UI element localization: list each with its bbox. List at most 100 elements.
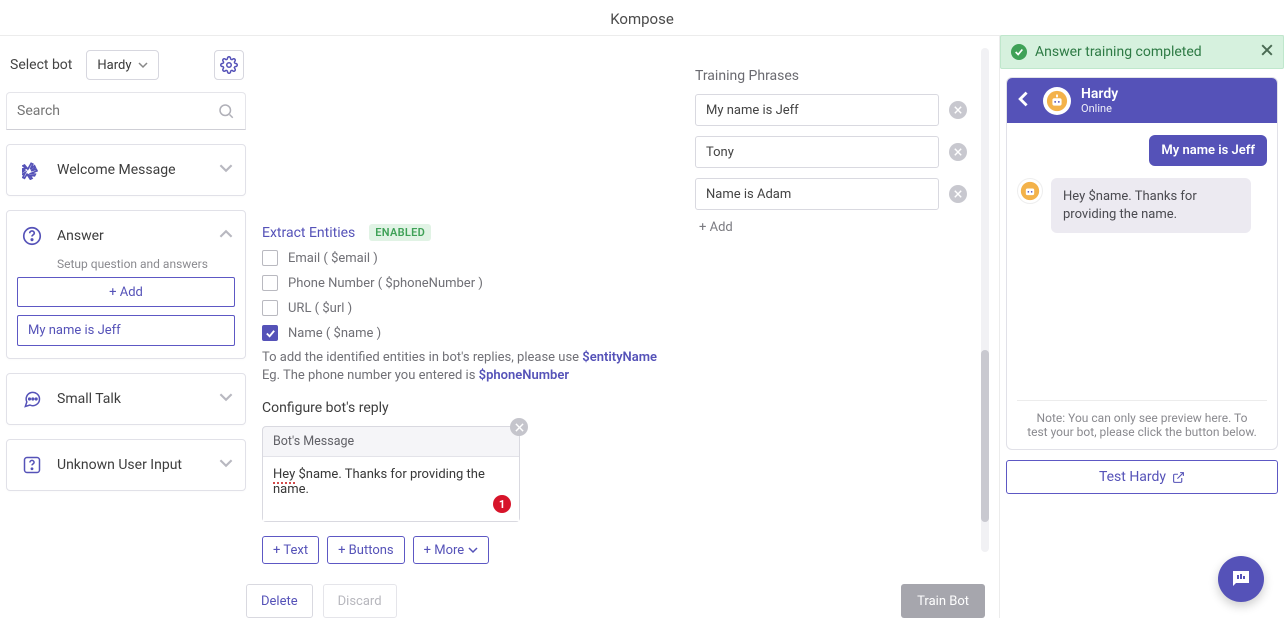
entity-row-name[interactable]: Name ( $name ) bbox=[262, 325, 681, 341]
bot-message-card: Bot's Message Hey $name. Thanks for prov… bbox=[262, 426, 520, 522]
chat-header: Hardy Online bbox=[1007, 78, 1277, 123]
chevron-up-icon bbox=[219, 227, 233, 245]
intent-title: Unknown User Input bbox=[57, 457, 182, 473]
training-phrase-row bbox=[695, 178, 967, 210]
checkbox[interactable] bbox=[262, 250, 278, 266]
test-bot-label: Test Hardy bbox=[1099, 469, 1166, 485]
bot-avatar bbox=[1043, 87, 1071, 115]
select-bot-dropdown[interactable]: Hardy bbox=[86, 50, 158, 80]
chat-body: My name is Jeff Hey $name. Thanks for pr… bbox=[1007, 123, 1277, 400]
training-phrase-row bbox=[695, 94, 967, 126]
chevron-down-icon bbox=[138, 60, 148, 70]
chevron-left-icon bbox=[1017, 91, 1033, 107]
intent-answer: Answer Setup question and answers + Add … bbox=[6, 210, 246, 359]
gear-icon bbox=[220, 56, 238, 74]
chat-icon bbox=[19, 386, 45, 412]
add-training-phrase[interactable]: + Add bbox=[695, 220, 967, 235]
bot-message-input[interactable]: Hey $name. Thanks for providing the name… bbox=[263, 457, 519, 521]
chat-fab[interactable] bbox=[1218, 556, 1264, 602]
enabled-badge: ENABLED bbox=[369, 224, 431, 241]
chat-bot-name: Hardy bbox=[1081, 86, 1118, 102]
train-bot-button[interactable]: Train Bot bbox=[901, 584, 985, 618]
close-icon bbox=[954, 106, 962, 114]
intent-small-talk[interactable]: Small Talk bbox=[6, 373, 246, 425]
chat-preview: Hardy Online My name is Jeff Hey $name. … bbox=[1006, 77, 1278, 450]
chat-note: Note: You can only see preview here. To … bbox=[1007, 401, 1277, 449]
add-text-button[interactable]: + Text bbox=[262, 536, 319, 564]
chevron-down-icon bbox=[219, 456, 233, 474]
left-sidebar: Select bot Hardy Welcome Message bbox=[0, 36, 246, 618]
intent-title: Small Talk bbox=[57, 391, 121, 407]
delete-phrase-button[interactable] bbox=[949, 143, 967, 161]
training-phrase-input[interactable] bbox=[695, 94, 939, 126]
more-label: + More bbox=[424, 543, 465, 558]
section-title-text: Extract Entities bbox=[262, 225, 355, 241]
discard-button[interactable]: Discard bbox=[323, 584, 397, 618]
entity-label: Name ( $name ) bbox=[288, 326, 381, 341]
chevron-down-icon bbox=[219, 390, 233, 408]
entity-label: URL ( $url ) bbox=[288, 301, 352, 316]
answer-item[interactable]: My name is Jeff bbox=[17, 315, 235, 346]
intent-title: Welcome Message bbox=[57, 162, 176, 178]
delete-phrase-button[interactable] bbox=[949, 185, 967, 203]
configure-reply-title: Configure bot's reply bbox=[262, 400, 681, 416]
bot-message: Hey $name. Thanks for providing the name… bbox=[1051, 178, 1251, 233]
success-toast: Answer training completed bbox=[1000, 35, 1284, 69]
checkbox[interactable] bbox=[262, 275, 278, 291]
message-rest: $name. Thanks for providing the name. bbox=[273, 467, 485, 497]
toast-close-button[interactable] bbox=[1261, 44, 1273, 60]
checkbox[interactable] bbox=[262, 300, 278, 316]
select-bot-label: Select bot bbox=[10, 57, 72, 73]
bot-avatar-small bbox=[1017, 178, 1043, 204]
chat-bot-status: Online bbox=[1081, 102, 1118, 115]
selected-bot-name: Hardy bbox=[97, 58, 131, 73]
close-icon bbox=[1261, 44, 1273, 56]
entity-hint: To add the identified entities in bot's … bbox=[262, 349, 681, 384]
training-phrases-title: Training Phrases bbox=[695, 68, 967, 84]
toast-text: Answer training completed bbox=[1035, 44, 1202, 60]
check-icon bbox=[1011, 44, 1027, 60]
checkbox-checked[interactable] bbox=[262, 325, 278, 341]
extract-entities-title: Extract Entities ENABLED bbox=[262, 224, 431, 241]
intent-welcome-message[interactable]: Welcome Message bbox=[6, 144, 246, 196]
entity-label: Phone Number ( $phoneNumber ) bbox=[288, 276, 483, 291]
entity-row-phone[interactable]: Phone Number ( $phoneNumber ) bbox=[262, 275, 681, 291]
training-phrase-input[interactable] bbox=[695, 178, 939, 210]
test-bot-button[interactable]: Test Hardy bbox=[1006, 460, 1278, 494]
entity-row-url[interactable]: URL ( $url ) bbox=[262, 300, 681, 316]
scrollbar-thumb[interactable] bbox=[981, 350, 989, 521]
intent-answer-header[interactable]: Answer bbox=[7, 211, 245, 261]
chat-back-button[interactable] bbox=[1017, 91, 1033, 111]
remove-card-button[interactable] bbox=[510, 418, 528, 436]
training-phrase-input[interactable] bbox=[695, 136, 939, 168]
add-answer-button[interactable]: + Add bbox=[17, 277, 235, 307]
error-counter: 1 bbox=[493, 495, 511, 513]
app-title: Kompose bbox=[0, 0, 1284, 35]
card-head: Bot's Message bbox=[263, 427, 519, 457]
chat-fab-icon bbox=[1229, 567, 1253, 591]
search-box[interactable] bbox=[6, 92, 246, 130]
delete-phrase-button[interactable] bbox=[949, 101, 967, 119]
add-more-button[interactable]: + More bbox=[413, 536, 490, 564]
add-buttons-button[interactable]: + Buttons bbox=[327, 536, 405, 564]
intent-unknown[interactable]: Unknown User Input bbox=[6, 439, 246, 491]
delete-button[interactable]: Delete bbox=[246, 584, 313, 618]
center-scrollbar[interactable] bbox=[981, 48, 989, 552]
right-panel: Answer training completed Hardy Online M… bbox=[1000, 36, 1284, 618]
wave-icon bbox=[19, 157, 45, 183]
external-link-icon bbox=[1172, 471, 1185, 484]
close-icon bbox=[954, 148, 962, 156]
intent-subtitle: Setup question and answers bbox=[57, 257, 245, 271]
search-icon bbox=[217, 102, 235, 120]
close-icon bbox=[515, 423, 524, 432]
chevron-down-icon bbox=[468, 545, 478, 555]
entity-row-email[interactable]: Email ( $email ) bbox=[262, 250, 681, 266]
entity-label: Email ( $email ) bbox=[288, 251, 378, 266]
user-message: My name is Jeff bbox=[1149, 135, 1267, 166]
intent-title: Answer bbox=[57, 228, 104, 244]
close-icon bbox=[954, 190, 962, 198]
settings-button[interactable] bbox=[214, 50, 244, 80]
chevron-down-icon bbox=[219, 161, 233, 179]
search-input[interactable] bbox=[17, 103, 217, 119]
training-phrase-row bbox=[695, 136, 967, 168]
